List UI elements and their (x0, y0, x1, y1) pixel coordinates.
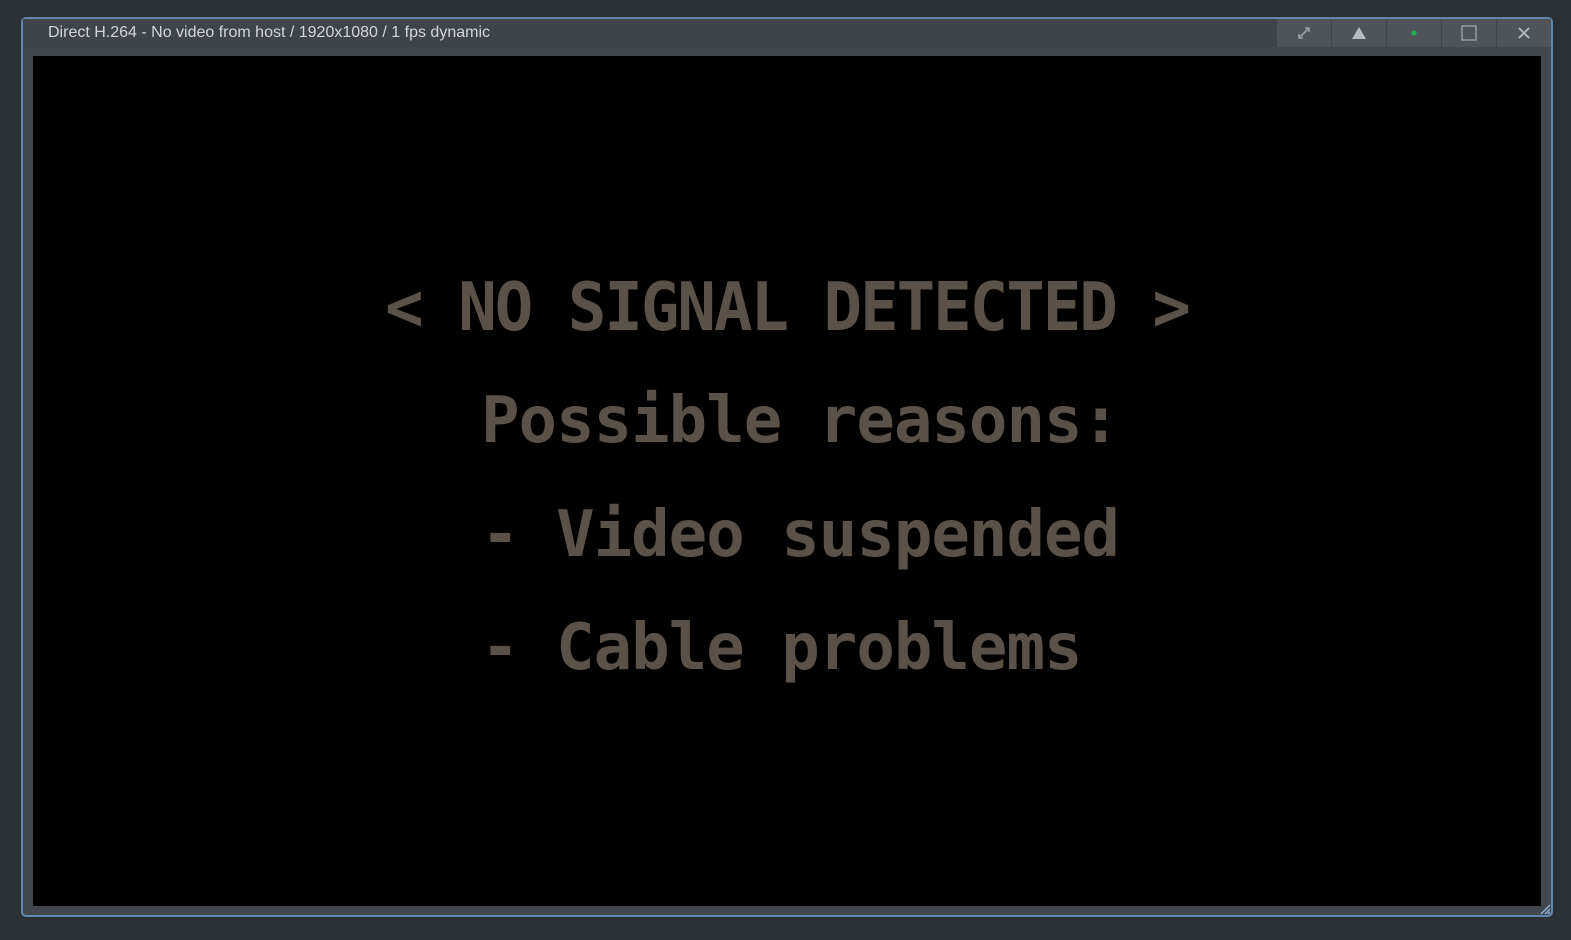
window-controls (1276, 19, 1551, 47)
fullscreen-button[interactable] (1277, 19, 1331, 47)
window-titlebar[interactable]: Direct H.264 - No video from host / 1920… (23, 19, 1551, 47)
window-title: Direct H.264 - No video from host / 1920… (48, 24, 490, 41)
expand-arrows-icon (1297, 26, 1311, 40)
no-signal-headline: < NO SIGNAL DETECTED > (385, 269, 1191, 347)
status-dot-icon (1411, 30, 1417, 36)
close-icon (1518, 27, 1530, 39)
video-display[interactable]: < NO SIGNAL DETECTED > Possible reasons:… (33, 56, 1541, 906)
status-indicator[interactable] (1387, 19, 1441, 47)
possible-reasons-label: Possible reasons: (481, 384, 1120, 458)
square-icon (1461, 25, 1477, 41)
resize-grip-icon[interactable] (1537, 901, 1551, 915)
maximize-button[interactable] (1442, 19, 1496, 47)
reason-item: - Cable problems (481, 611, 1082, 685)
eject-button[interactable] (1332, 19, 1386, 47)
stream-window: Direct H.264 - No video from host / 1920… (21, 17, 1553, 917)
reason-item: - Video suspended (481, 498, 1120, 572)
triangle-up-icon (1352, 27, 1366, 39)
close-button[interactable] (1497, 19, 1551, 47)
